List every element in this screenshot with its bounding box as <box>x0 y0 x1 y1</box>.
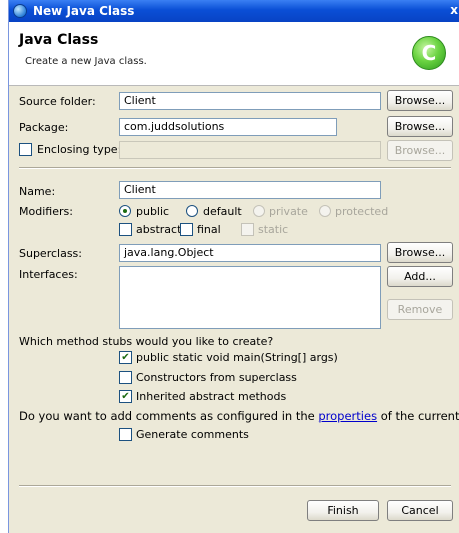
protected-radio <box>319 205 331 217</box>
footer-separator <box>19 485 451 487</box>
source-folder-input[interactable]: Client <box>119 92 381 110</box>
abstract-checkbox-label: abstract <box>136 223 182 236</box>
public-radio-label: public <box>136 205 170 218</box>
final-checkbox-label: final <box>197 223 221 236</box>
enclosing-type-input <box>119 141 381 159</box>
name-label: Name: <box>19 185 56 198</box>
enclosing-type-label: Enclosing type: <box>37 143 122 156</box>
eclipse-icon <box>13 4 27 18</box>
properties-link[interactable]: properties <box>318 409 377 423</box>
separator <box>19 167 451 169</box>
superclass-input[interactable]: java.lang.Object <box>119 244 381 262</box>
cancel-button[interactable]: Cancel <box>387 500 453 521</box>
modifiers-label: Modifiers: <box>19 205 73 218</box>
page-title: Java Class <box>19 32 99 48</box>
comments-question-suffix: of the current project? <box>380 409 459 423</box>
comments-question-prefix: Do you want to add comments as configure… <box>19 409 315 423</box>
static-checkbox-label: static <box>258 223 289 236</box>
comments-question: Do you want to add comments as configure… <box>19 409 459 423</box>
generate-comments-label: Generate comments <box>136 428 249 441</box>
page-description: Create a new Java class. <box>25 56 147 67</box>
superclass-label: Superclass: <box>19 247 82 260</box>
radio-selected-dot <box>123 209 127 213</box>
title-bar[interactable]: New Java Class x <box>9 0 459 22</box>
inherited-methods-checkbox[interactable]: ✔ <box>119 390 132 403</box>
static-checkbox <box>241 223 254 236</box>
method-stubs-question: Which method stubs would you like to cre… <box>19 335 274 348</box>
close-icon[interactable]: x <box>450 3 458 17</box>
default-radio[interactable] <box>186 205 198 217</box>
name-input[interactable]: Client <box>119 181 381 199</box>
private-radio-label: private <box>269 205 308 218</box>
abstract-checkbox[interactable] <box>119 223 132 236</box>
protected-radio-label: protected <box>335 205 389 218</box>
new-java-class-dialog: New Java Class x Java Class Create a new… <box>8 0 459 533</box>
private-radio <box>253 205 265 217</box>
enclosing-type-checkbox[interactable] <box>19 143 32 156</box>
interfaces-list[interactable] <box>119 266 381 329</box>
main-method-label: public static void main(String[] args) <box>136 351 338 364</box>
generate-comments-checkbox[interactable] <box>119 428 132 441</box>
superclass-browse-button[interactable]: Browse... <box>387 242 453 263</box>
constructors-label: Constructors from superclass <box>136 371 297 384</box>
package-label: Package: <box>19 121 69 134</box>
source-folder-label: Source folder: <box>19 95 96 108</box>
interfaces-label: Interfaces: <box>19 268 78 281</box>
window-title: New Java Class <box>33 4 135 18</box>
source-folder-browse-button[interactable]: Browse... <box>387 90 453 111</box>
default-radio-label: default <box>203 205 242 218</box>
new-class-icon: C <box>412 36 446 70</box>
package-input[interactable]: com.juddsolutions <box>119 118 337 136</box>
add-interface-button[interactable]: Add... <box>387 266 453 287</box>
public-radio[interactable] <box>119 205 131 217</box>
package-browse-button[interactable]: Browse... <box>387 116 453 137</box>
final-checkbox[interactable] <box>180 223 193 236</box>
wizard-banner: Java Class Create a new Java class. C <box>9 22 459 86</box>
finish-button[interactable]: Finish <box>307 500 379 521</box>
main-method-checkbox[interactable]: ✔ <box>119 351 132 364</box>
remove-interface-button: Remove <box>387 299 453 320</box>
constructors-checkbox[interactable] <box>119 371 132 384</box>
enclosing-type-browse-button: Browse... <box>387 140 453 161</box>
inherited-methods-label: Inherited abstract methods <box>136 390 287 403</box>
